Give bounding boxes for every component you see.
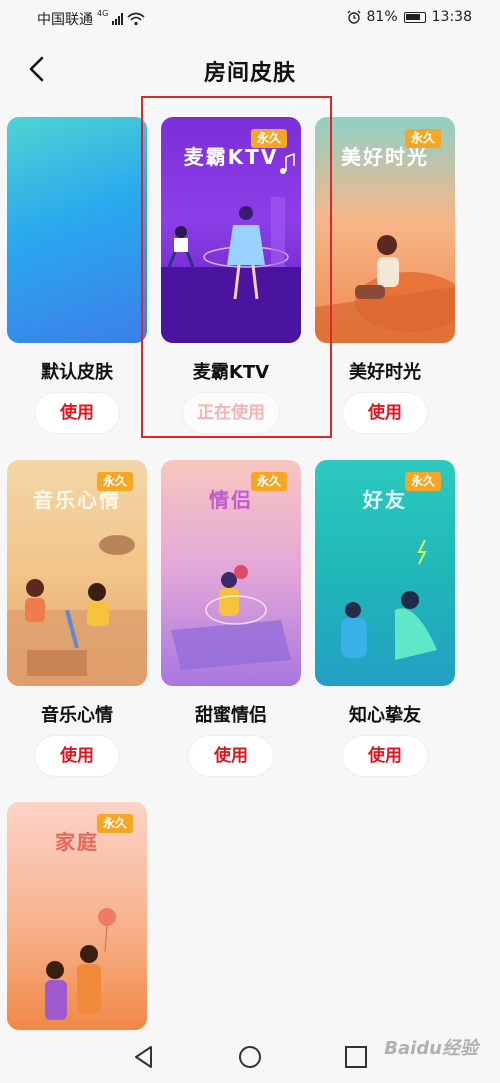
wifi-icon (127, 12, 145, 26)
signal-icon (112, 13, 124, 25)
music-mood-illustration (7, 535, 147, 686)
skin-card-music-mood[interactable]: 音乐心情 永久 (7, 460, 147, 686)
skin-name: 知心挚友 (349, 705, 421, 726)
use-button-good-times[interactable]: 使用 (343, 393, 427, 433)
use-button-sweet-couple[interactable]: 使用 (189, 736, 273, 776)
page-title: 房间皮肤 (203, 61, 296, 86)
sweet-couple-illustration (171, 565, 291, 670)
network-type-label: 4G (97, 9, 109, 18)
use-button-music-mood[interactable]: 使用 (35, 736, 119, 776)
skin-card-default[interactable] (7, 117, 147, 343)
skin-card-good-times[interactable]: 美好时光 永久 (315, 117, 455, 343)
nav-home-icon[interactable] (237, 1044, 263, 1070)
skin-name: 美好时光 (349, 362, 421, 383)
skin-name: 音乐心情 (41, 705, 113, 726)
nav-recents-icon[interactable] (343, 1044, 369, 1070)
skin-card-close-friends[interactable]: 好友 永久 (315, 460, 455, 686)
skin-name: 默认皮肤 (41, 362, 113, 383)
page-header: 房间皮肤 (0, 48, 500, 92)
nav-back-icon[interactable] (131, 1044, 157, 1070)
selection-highlight (141, 96, 332, 438)
skin-name: 甜蜜情侣 (195, 705, 267, 726)
carrier-label: 中国联通 (37, 12, 93, 28)
battery-percent: 81% (366, 9, 398, 25)
good-times-illustration (315, 235, 455, 343)
use-button-close-friends[interactable]: 使用 (343, 736, 427, 776)
battery-icon (403, 11, 426, 23)
clock: 13:38 (431, 9, 472, 25)
skin-card-sweet-couple[interactable]: 情侣 永久 (161, 460, 301, 686)
close-friends-illustration (341, 539, 437, 660)
status-bar: 中国联通 4G 81% 13:38 (0, 0, 500, 36)
use-button-default[interactable]: 使用 (35, 393, 119, 433)
alarm-icon (347, 10, 360, 24)
skin-card-family[interactable]: 家庭 永久 (7, 802, 147, 1030)
baidu-watermark: Baidu经验 (384, 1038, 478, 1059)
family-illustration (45, 908, 116, 1020)
